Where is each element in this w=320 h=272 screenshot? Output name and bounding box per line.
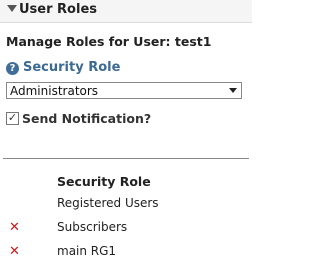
security-role-selected: Administrators (10, 84, 99, 98)
user-roles-header[interactable]: User Roles (0, 0, 252, 23)
manage-roles-title: Manage Roles for User: test1 (6, 34, 212, 49)
send-notification-label: Send Notification? (22, 111, 152, 126)
table-header-security-role: Security Role (57, 174, 151, 189)
table-row: ✕ Subscribers (0, 219, 252, 239)
section-title: User Roles (19, 2, 97, 17)
collapse-arrow-icon[interactable] (7, 5, 17, 12)
role-name: Registered Users (57, 196, 159, 210)
delete-icon[interactable]: ✕ (9, 245, 20, 259)
security-role-select[interactable]: Administrators (6, 82, 242, 99)
divider (3, 158, 249, 159)
dropdown-arrow-icon (229, 88, 237, 93)
help-icon[interactable]: ? (6, 62, 19, 75)
table-row: Registered Users (0, 195, 252, 215)
role-name: Subscribers (57, 220, 128, 234)
delete-icon[interactable]: ✕ (9, 221, 20, 235)
role-name: main RG1 (57, 244, 117, 258)
send-notification-checkbox[interactable]: ✓ (6, 112, 19, 125)
security-role-label: Security Role (23, 60, 121, 75)
table-row: ✕ main RG1 (0, 243, 252, 263)
